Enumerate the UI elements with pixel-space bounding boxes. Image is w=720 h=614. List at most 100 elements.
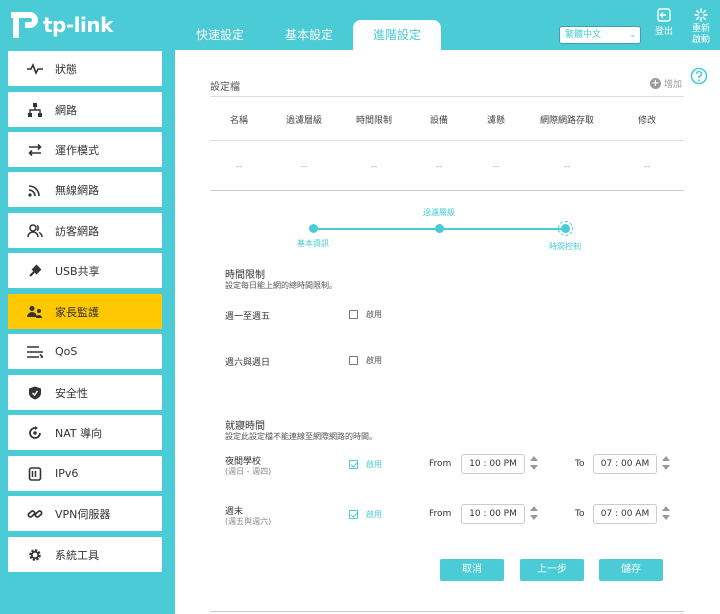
sidebar-item-ipv6[interactable]: IPv6: [8, 456, 162, 491]
language-select[interactable]: 繁體中文 ⌄: [559, 26, 641, 44]
weekend-bedtime-days: (週五與週六): [225, 517, 272, 526]
logout-icon: [657, 8, 671, 22]
nat-icon: [26, 424, 44, 442]
weekday-enable-checkbox[interactable]: [349, 310, 358, 319]
school-night-to-time[interactable]: 07 : 00 AM: [593, 454, 657, 474]
usb-icon: [26, 262, 44, 280]
save-button[interactable]: 儲存: [599, 559, 663, 581]
shield-icon: [26, 384, 44, 402]
header: tp-link 快速設定 基本設定 進階設定 繁體中文 ⌄ 登出 重新啟動: [0, 0, 720, 50]
help-icon[interactable]: [690, 67, 708, 85]
step-label-basic-info: 基本資訊: [297, 239, 329, 248]
logout-label: 登出: [654, 27, 673, 37]
step-dot-filter-level: [435, 224, 444, 233]
weekend-bedtime-from-label: From: [429, 509, 452, 519]
reboot-label: 重新啟動: [691, 24, 710, 45]
table-cell: --: [370, 162, 378, 172]
weekday-enable-label: 啟用: [366, 310, 382, 319]
divider: [210, 190, 684, 191]
bedtime-title: 就寢時間: [225, 421, 265, 432]
time-limit-description: 設定每日能上網的總時間限制。: [225, 281, 337, 290]
add-profile-button[interactable]: + 增加: [650, 77, 682, 90]
table-cell: --: [643, 162, 651, 172]
main-panel: [175, 50, 720, 614]
step-dot-time-control: [561, 224, 570, 233]
weekend-enable-checkbox[interactable]: [349, 356, 358, 365]
wifi-icon: [26, 181, 44, 199]
profile-section-title: 設定檔: [210, 82, 240, 93]
table-cell: --: [563, 162, 571, 172]
pulse-icon: [26, 60, 44, 78]
divider: [210, 140, 684, 141]
sidebar-item-qos[interactable]: QoS: [8, 334, 162, 369]
tab-basic[interactable]: 基本設定: [272, 20, 346, 50]
weekday-label: 週一至週五: [225, 312, 271, 322]
sidebar-item-label: 網路: [55, 103, 77, 117]
sidebar-item-network[interactable]: 網路: [8, 92, 162, 127]
sidebar-item-label: 訪客網路: [55, 224, 99, 238]
tab-advanced[interactable]: 進階設定: [353, 20, 441, 50]
back-button[interactable]: 上一步: [520, 559, 584, 581]
sidebar-item-label: VPN伺服器: [55, 507, 111, 521]
cancel-button[interactable]: 取消: [440, 559, 504, 581]
sidebar-item-guest-network[interactable]: 訪客網路: [8, 213, 162, 248]
weekend-bedtime-to-time[interactable]: 07 : 00 AM: [593, 504, 657, 524]
reboot-button[interactable]: 重新啟動: [686, 8, 716, 46]
guest-icon: [26, 222, 44, 240]
sidebar-item-status[interactable]: 狀態: [8, 51, 162, 86]
weekend-bedtime-enable-checkbox[interactable]: [349, 510, 358, 519]
sidebar-item-wireless[interactable]: 無線網路: [8, 172, 162, 207]
sidebar-item-label: USB共享: [55, 264, 100, 278]
weekend-bedtime-from-spinner[interactable]: [529, 506, 539, 522]
logout-button[interactable]: 登出: [652, 8, 676, 37]
tab-quick-setup[interactable]: 快速設定: [183, 20, 257, 50]
sidebar-item-parental-controls[interactable]: 家長監護: [8, 294, 162, 329]
sidebar-item-label: 家長監護: [55, 305, 99, 319]
school-night-from-spinner[interactable]: [529, 456, 539, 472]
ipv6-icon: [26, 465, 44, 483]
school-night-enable-label: 啟用: [366, 460, 382, 469]
school-night-days: (週日 - 週四): [225, 467, 272, 476]
school-night-to-spinner[interactable]: [661, 456, 671, 472]
school-night-enable-checkbox[interactable]: [349, 460, 358, 469]
table-cell: --: [300, 162, 308, 172]
mode-icon: [26, 141, 44, 159]
column-header-filter: 濾懸: [486, 116, 506, 126]
sidebar-item-label: QoS: [55, 345, 78, 358]
sidebar-item-usb[interactable]: USB共享: [8, 253, 162, 288]
sidebar-item-label: IPv6: [55, 467, 79, 480]
column-header-internet-access: 網際網路存取: [539, 116, 595, 126]
network-icon: [26, 101, 44, 119]
step-dot-basic-info: [309, 224, 318, 233]
language-value: 繁體中文: [565, 30, 602, 40]
sidebar-item-operation-mode[interactable]: 運作模式: [8, 132, 162, 167]
time-limit-title: 時間限制: [225, 270, 265, 281]
tp-link-logo[interactable]: tp-link: [8, 9, 113, 41]
column-header-filter-level: 過濾層級: [285, 116, 323, 126]
gear-icon: [26, 546, 44, 564]
weekend-enable-label: 啟用: [366, 356, 382, 365]
weekend-bedtime-enable-label: 啟用: [366, 510, 382, 519]
table-cell: --: [235, 162, 243, 172]
column-header-time-limit: 時間限制: [355, 116, 393, 126]
sidebar-item-vpn[interactable]: VPN伺服器: [8, 496, 162, 531]
weekend-bedtime-to-spinner[interactable]: [661, 506, 671, 522]
column-header-devices: 設備: [429, 116, 449, 126]
column-header-name: 名稱: [229, 116, 249, 126]
bedtime-description: 設定此設定檔不能連線至網際網路的時間。: [225, 432, 377, 441]
sidebar-item-system-tools[interactable]: 系統工具: [8, 537, 162, 572]
sidebar-item-label: 系統工具: [55, 548, 99, 562]
tp-link-logo-icon: [11, 12, 38, 38]
add-label: 增加: [664, 80, 683, 90]
school-night-from-time[interactable]: 10 : 00 PM: [461, 454, 525, 474]
sidebar-item-security[interactable]: 安全性: [8, 375, 162, 410]
sidebar-item-label: NAT 導向: [55, 426, 103, 440]
table-cell: --: [492, 162, 500, 172]
vpn-icon: [26, 505, 44, 523]
reboot-icon: [694, 8, 708, 22]
school-night-to-label: To: [575, 459, 585, 469]
sidebar-item-nat[interactable]: NAT 導向: [8, 415, 162, 450]
logo-text: tp-link: [43, 13, 113, 37]
sidebar-item-label: 狀態: [55, 62, 77, 76]
weekend-bedtime-from-time[interactable]: 10 : 00 PM: [461, 504, 525, 524]
